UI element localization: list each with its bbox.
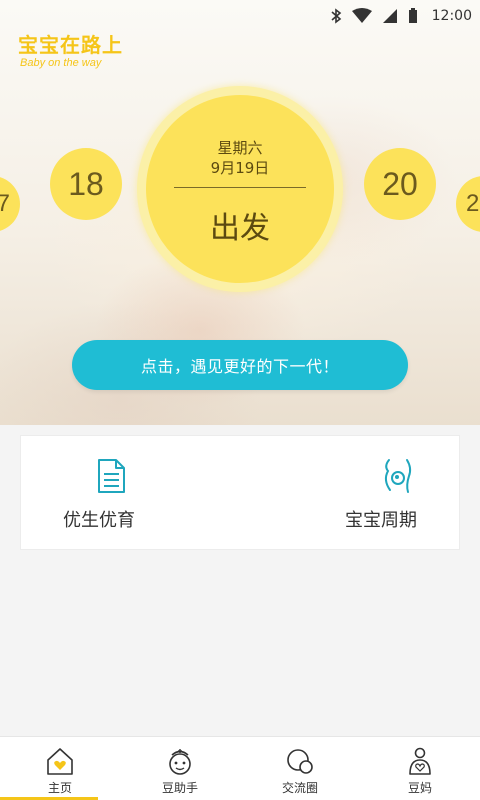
chat-circles-icon bbox=[287, 749, 313, 774]
document-icon bbox=[98, 459, 125, 493]
day-next[interactable]: 20 bbox=[364, 148, 436, 220]
home-heart-icon bbox=[47, 748, 73, 775]
day-prev-edge[interactable]: 7 bbox=[0, 176, 20, 232]
feature-baby-cycle[interactable]: 宝宝周期 bbox=[311, 436, 451, 551]
tab-home-label: 主页 bbox=[47, 781, 72, 795]
tab-community-label: 交流圈 bbox=[281, 781, 318, 795]
selected-day-circle[interactable]: 星期六 9月19日 出发 bbox=[146, 95, 334, 283]
date-label: 9月19日 bbox=[210, 159, 270, 177]
signal-icon bbox=[382, 9, 397, 23]
app-logo: 宝宝在路上 Baby on the way bbox=[18, 34, 138, 70]
tab-assistant[interactable]: 豆助手 bbox=[120, 737, 240, 800]
date-divider bbox=[174, 187, 306, 188]
status-bar: 12:00 bbox=[0, 0, 480, 32]
feature-baby-cycle-label: 宝宝周期 bbox=[345, 510, 417, 531]
logo-subtitle: Baby on the way bbox=[20, 57, 102, 69]
tab-assistant-label: 豆助手 bbox=[161, 781, 198, 795]
pregnancy-icon bbox=[384, 459, 412, 493]
logo-title: 宝宝在路上 bbox=[18, 33, 123, 57]
meet-better-generation-button[interactable]: 点击，遇见更好的下一代！ bbox=[72, 340, 408, 390]
start-action-label: 出发 bbox=[210, 211, 270, 246]
hero-banner: 宝宝在路上 Baby on the way 7 18 星期六 9月19日 出发 … bbox=[0, 0, 480, 425]
feature-card: 优生优育 宝宝周期 bbox=[20, 435, 460, 550]
nurse-icon bbox=[169, 749, 191, 775]
wifi-icon bbox=[351, 8, 372, 23]
day-next-edge[interactable]: 2 bbox=[456, 176, 480, 232]
mom-icon bbox=[409, 747, 431, 775]
status-time: 12:00 bbox=[431, 8, 472, 24]
weekday-label: 星期六 bbox=[217, 139, 263, 157]
battery-icon bbox=[408, 8, 417, 23]
day-prev[interactable]: 18 bbox=[50, 148, 122, 220]
feature-eugenics-label: 优生优育 bbox=[63, 510, 135, 531]
feature-eugenics[interactable]: 优生优育 bbox=[31, 436, 171, 551]
tab-mom[interactable]: 豆妈 bbox=[360, 737, 480, 800]
tab-mom-label: 豆妈 bbox=[407, 781, 432, 795]
tab-community[interactable]: 交流圈 bbox=[240, 737, 360, 800]
bottom-tab-bar: 主页 豆助手 交流圈 豆妈 bbox=[0, 736, 480, 800]
tab-home[interactable]: 主页 bbox=[0, 737, 120, 800]
bluetooth-icon bbox=[331, 8, 341, 24]
